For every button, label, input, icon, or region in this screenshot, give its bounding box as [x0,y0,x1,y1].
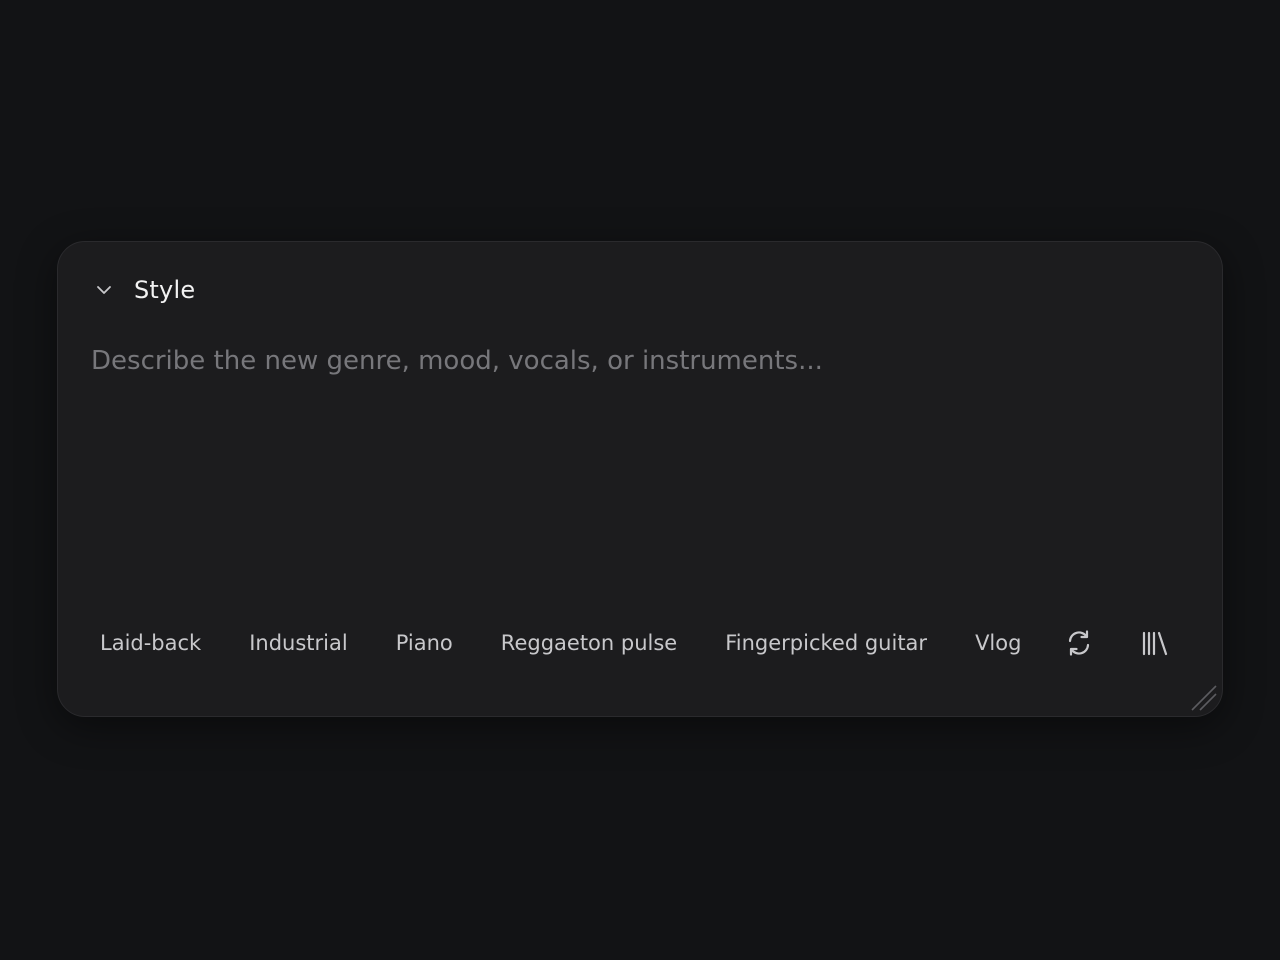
style-panel: Style Laid-back Industrial Piano Reggaet… [57,241,1223,717]
suggestion-chip-vlog[interactable]: Vlog [975,631,1021,655]
style-section-header[interactable]: Style [92,272,195,308]
resize-handle[interactable] [1188,682,1220,714]
section-title: Style [134,276,196,304]
suggestion-chip-piano[interactable]: Piano [396,631,453,655]
library-icon[interactable] [1137,625,1173,661]
refresh-icon[interactable] [1061,625,1097,661]
suggestion-chip-fingerpicked-guitar[interactable]: Fingerpicked guitar [725,631,927,655]
suggestion-chip-laid-back[interactable]: Laid-back [100,631,201,655]
suggestion-chips: Laid-back Industrial Piano Reggaeton pul… [100,623,1173,663]
chevron-down-icon[interactable] [92,278,116,302]
suggestion-chip-reggaeton-pulse[interactable]: Reggaeton pulse [501,631,677,655]
suggestion-chip-industrial[interactable]: Industrial [249,631,348,655]
style-prompt-input[interactable] [91,345,1181,555]
